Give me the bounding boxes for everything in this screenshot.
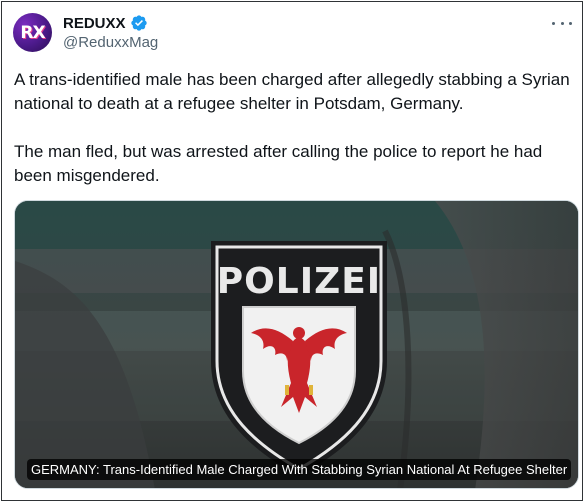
author-name-row: REDUXX	[63, 13, 148, 33]
more-dot	[560, 21, 564, 25]
author-handle[interactable]: @ReduxxMag	[63, 34, 158, 51]
svg-text:POLIZEI: POLIZEI	[217, 261, 381, 302]
more-dot	[569, 21, 572, 25]
link-card-title[interactable]: GERMANY: Trans-Identified Male Charged W…	[27, 459, 572, 480]
avatar[interactable]: RX	[13, 13, 52, 52]
avatar-logo-text: RX	[20, 22, 45, 43]
more-dot	[552, 21, 555, 25]
tweet-paragraph: The man fled, but was arrested after cal…	[14, 142, 543, 185]
verified-badge-icon[interactable]	[130, 14, 148, 32]
more-options-icon[interactable]	[552, 14, 572, 32]
tweet-text: A trans-identified male has been charged…	[14, 68, 574, 188]
police-patch-photo: POLIZEI	[15, 201, 578, 488]
tweet-paragraph: A trans-identified male has been charged…	[14, 70, 570, 113]
author-display-name[interactable]: REDUXX	[63, 15, 126, 32]
link-card-image[interactable]: POLIZEI GERMANY: Trans-Identified Male C…	[14, 200, 579, 489]
tweet-card[interactable]: RX REDUXX @ReduxxMag A trans-identified …	[1, 1, 583, 501]
